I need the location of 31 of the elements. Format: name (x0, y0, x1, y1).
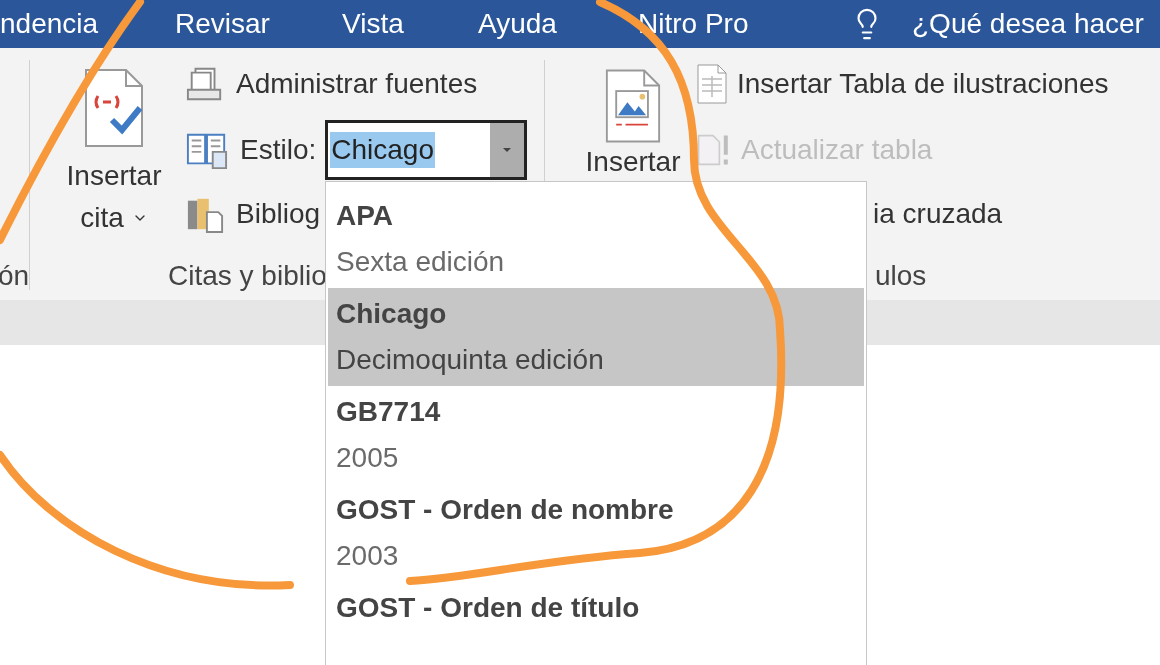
group-label: Citas y biblio (168, 260, 327, 291)
style-value: Chicago (330, 132, 435, 168)
citation-icon (83, 68, 145, 148)
style-edition: 2003 (336, 542, 400, 570)
style-edition: Decimoquinta edición (336, 346, 605, 374)
style-name: GOST - Orden de título (336, 594, 641, 622)
cross-reference-button[interactable]: ia cruzada (873, 200, 1003, 228)
style-label: Estilo: (240, 136, 317, 164)
insert-citation-button[interactable]: Insertar cita (44, 60, 184, 262)
bibliography-button[interactable]: Bibliog (236, 200, 321, 228)
style-name: GOST - Orden de nombre (336, 496, 675, 524)
stacked-pages-icon (186, 65, 224, 103)
style-option[interactable]: Chicago Decimoquinta edición (328, 288, 864, 386)
menu-tab[interactable]: Vista (342, 8, 404, 39)
table-document-icon (697, 64, 727, 104)
menu-tab[interactable]: Revisar (175, 8, 270, 39)
style-edition: Sexta edición (336, 248, 506, 276)
style-name: APA (336, 202, 395, 230)
dropdown-arrow-icon (503, 148, 512, 152)
insert-table-of-figures-button[interactable]: Insertar Tabla de ilustraciones (737, 70, 1109, 98)
menu-tab[interactable]: Ayuda (478, 8, 557, 39)
style-name: Chicago (336, 300, 448, 328)
caption-icon (605, 68, 661, 144)
tell-me-prompt[interactable]: ¿Qué desea hacer (912, 10, 1144, 38)
manage-sources-button[interactable]: Administrar fuentes (236, 70, 478, 98)
style-combo-box[interactable]: Chicago (325, 120, 528, 180)
group-label: ulos (875, 260, 927, 291)
style-name: GB7714 (336, 398, 442, 426)
group-label: ón (0, 262, 29, 290)
menu-tab[interactable]: ndencia (0, 8, 99, 39)
style-edition: 2005 (336, 444, 400, 472)
